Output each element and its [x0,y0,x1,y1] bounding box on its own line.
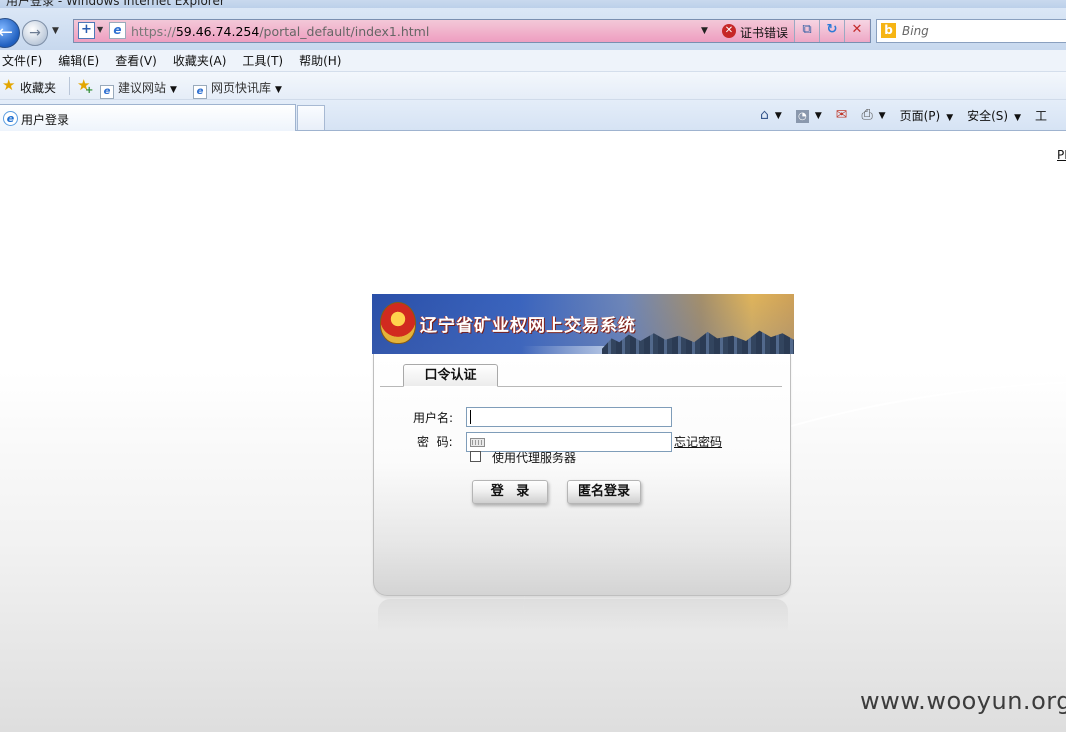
use-proxy-checkbox[interactable] [470,451,481,462]
read-mail-button[interactable]: ✉ [836,107,848,123]
back-arrow-icon: ← [0,22,13,43]
forgot-password-link[interactable]: 忘记密码 [674,433,722,450]
compatibility-view-icon: ⧉ [802,22,812,37]
menu-view[interactable]: 查看(V) [113,52,165,69]
add-site-icon[interactable]: + [78,22,95,39]
text-caret [470,410,471,424]
favorites-link-suggested-sites[interactable]: e 建议网站 ▼ [100,79,177,99]
menu-favorites[interactable]: 收藏夹(A) [171,52,235,69]
url-path: /portal_default/index1.html [259,24,430,39]
url-text[interactable]: https://59.46.74.254/portal_default/inde… [131,24,429,39]
window-title: 用户登录 - Windows Internet Explorer [6,0,225,8]
safety-menu[interactable]: 安全(S) ▼ [967,107,1021,124]
refresh-button[interactable]: ↻ [819,20,844,42]
safety-menu-label: 安全(S) [967,108,1009,123]
favorites-link-web-slice-gallery[interactable]: e 网页快讯库 ▼ [193,79,282,99]
compatibility-view-button[interactable]: ⧉ [794,20,819,42]
page-menu[interactable]: 页面(P) ▼ [900,107,954,124]
back-button[interactable]: ← [0,18,20,48]
new-tab-button[interactable] [297,105,325,130]
chevron-down-icon[interactable]: ▼ [275,85,282,95]
chevron-down-icon[interactable]: ▼ [170,85,177,95]
menu-bar: 文件(F) 编辑(E) 查看(V) 收藏夹(A) 工具(T) 帮助(H) [0,50,1066,72]
ie-page-icon: e [100,85,114,99]
bing-logo-icon: b [881,23,896,38]
mail-icon: ✉ [835,107,848,123]
print-button[interactable]: ⎙ ▼ [861,107,885,123]
system-banner: 辽宁省矿业权网上交易系统 [372,294,794,354]
tab-password-auth[interactable]: 口令认证 [403,364,498,387]
address-actions: ⧉ ↻ ✕ [794,20,869,42]
national-emblem-icon [380,302,416,344]
chevron-down-icon: ▼ [1014,112,1022,123]
favorites-link-label: 建议网站 [118,81,167,95]
url-protocol: https:// [131,24,176,39]
watermark: www.wooyun.org [860,687,1066,715]
address-bar[interactable]: + ▼ e https://59.46.74.254/portal_defaul… [73,19,871,43]
home-button[interactable]: ⌂ ▼ [760,107,782,123]
use-proxy-label[interactable]: 使用代理服务器 [492,449,576,466]
favorites-bar: ★ 收藏夹 ★ e建议网站▼ e网页快讯库▼ [0,72,1066,100]
history-dropdown-icon[interactable]: ▼ [52,26,59,36]
chevron-down-icon[interactable]: ▼ [97,25,103,34]
system-title: 辽宁省矿业权网上交易系统 [420,316,636,336]
address-dropdown-icon[interactable]: ▼ [701,26,708,36]
login-panel: 口令认证 用户名: 密 码: 忘记密码 使用代理服务器 登 录 匿名登录 [373,354,791,596]
home-icon: ⌂ [760,107,769,123]
stop-icon: ✕ [851,22,863,37]
chevron-down-icon[interactable]: ▼ [815,111,822,121]
tab-title: 用户登录 [21,113,70,127]
favorites-button[interactable]: 收藏夹 [20,79,56,96]
search-box[interactable]: b Bing [876,19,1066,43]
search-placeholder[interactable]: Bing [902,24,929,38]
page-content: PI 辽宁省矿业权网上交易系统 口令认证 用户名: 密 码: 忘记密码 使用代理… [0,131,1066,732]
panel-reflection [378,599,788,633]
favorites-divider [69,77,70,95]
favorites-star-icon[interactable]: ★ [2,78,15,93]
command-bar: ⌂ ▼ ◔ ▼ ✉ ⎙ ▼ 页面(P) ▼ 安全(S) ▼ 工 [760,106,1061,124]
chevron-down-icon[interactable]: ▼ [775,111,782,121]
navigation-bar: ← → ▼ + ▼ e https://59.46.74.254/portal_… [0,8,1066,50]
anonymous-login-button[interactable]: 匿名登录 [567,480,641,504]
rss-feed-icon: ◔ [795,110,809,123]
tab-user-login[interactable]: e 用户登录 [0,104,296,131]
feeds-button[interactable]: ◔ ▼ [795,107,822,123]
ie-logo-icon: e [3,111,18,126]
username-label: 用户名: [413,411,454,425]
keyboard-icon[interactable] [470,438,485,447]
certificate-error-icon[interactable]: ✕ [722,24,736,38]
tools-menu[interactable]: 工 [1035,107,1047,124]
favorites-link-label: 网页快讯库 [211,81,272,95]
chevron-down-icon[interactable]: ▼ [879,111,886,121]
certificate-error-label[interactable]: 证书错误 [740,24,788,41]
menu-edit[interactable]: 编辑(E) [56,52,107,69]
forward-button[interactable]: → [22,20,48,46]
menu-help[interactable]: 帮助(H) [297,52,349,69]
username-input[interactable] [466,407,672,427]
tab-bar: e 用户登录 ⌂ ▼ ◔ ▼ ✉ ⎙ ▼ 页面(P) ▼ 安全(S) ▼ 工 [0,100,1066,131]
password-label: 密 码: [417,435,453,449]
forward-arrow-icon: → [29,25,41,41]
login-button[interactable]: 登 录 [472,480,548,504]
stop-button[interactable]: ✕ [844,20,869,42]
refresh-icon: ↻ [826,22,838,37]
ie-page-icon: e [193,85,207,99]
chevron-down-icon: ▼ [946,112,954,123]
menu-file[interactable]: 文件(F) [0,52,50,69]
add-favorite-icon[interactable]: ★ [77,78,94,99]
ie-page-icon: e [109,22,126,39]
corner-link[interactable]: PI [1057,148,1066,162]
window-title-bar: 用户登录 - Windows Internet Explorer [0,0,1066,8]
page-menu-label: 页面(P) [899,108,941,123]
menu-tools[interactable]: 工具(T) [240,52,291,69]
printer-icon: ⎙ [861,107,873,123]
url-host: 59.46.74.254 [175,24,260,39]
